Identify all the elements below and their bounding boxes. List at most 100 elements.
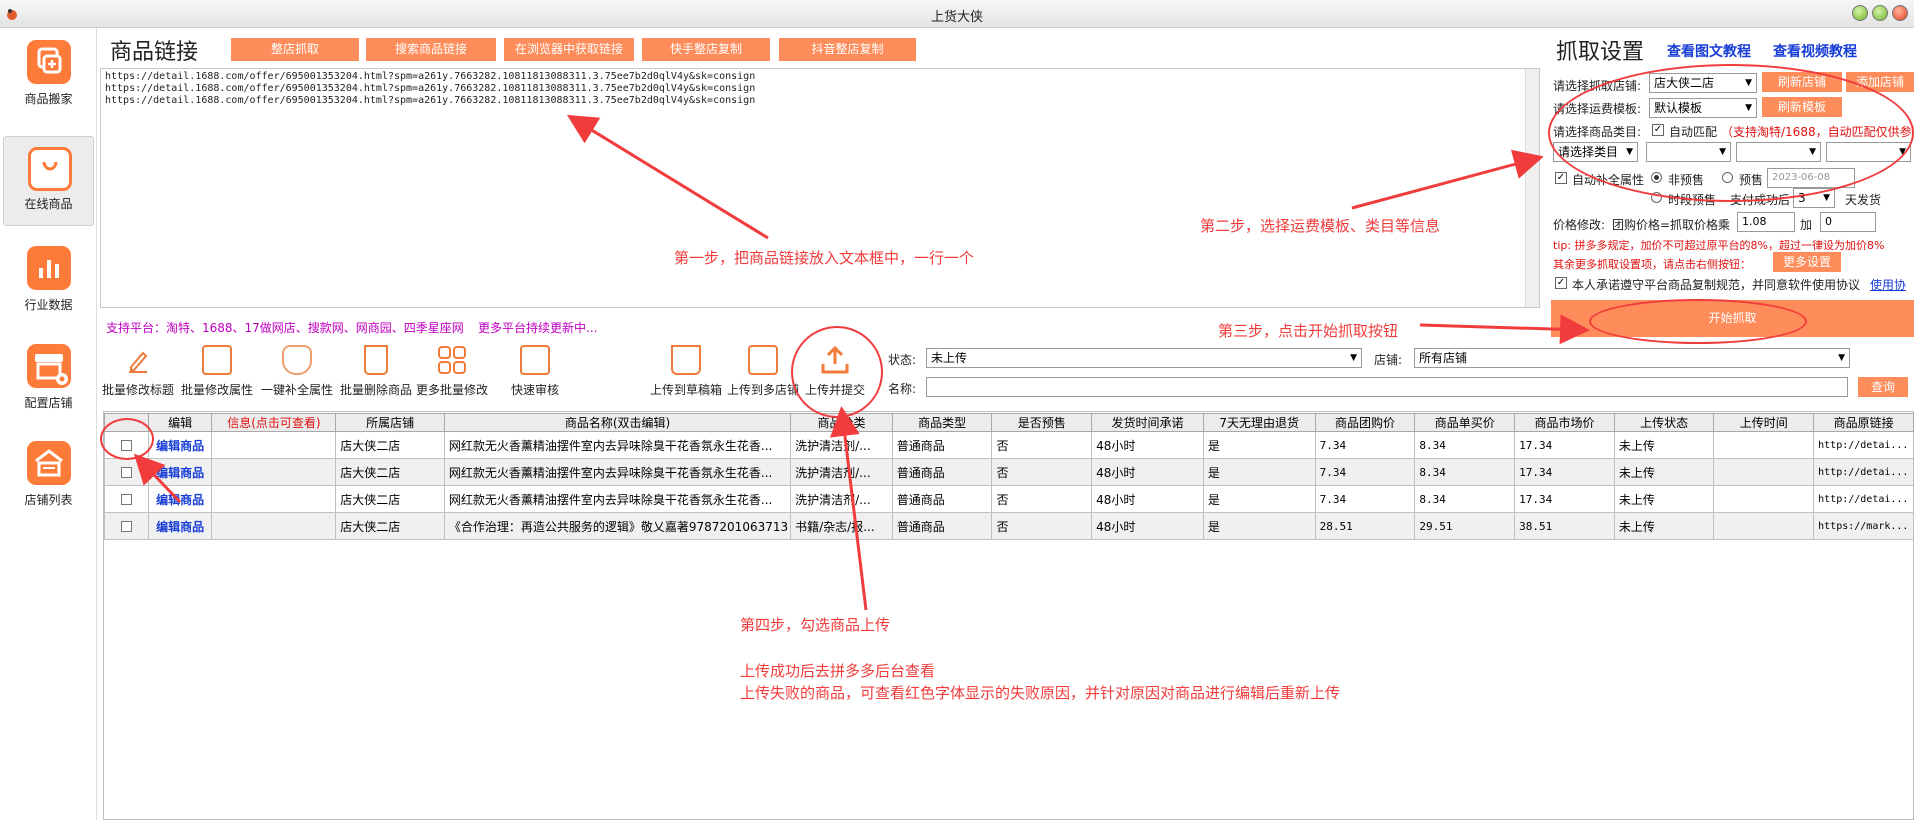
price-plus-input[interactable]: 0 <box>1820 212 1876 232</box>
table-cell: 未上传 <box>1613 512 1715 540</box>
upload-draft-button[interactable]: 上传到草稿箱 <box>648 345 724 398</box>
step1-annotation: 第一步，把商品链接放入文本框中，一行一个 <box>674 249 975 267</box>
col-header: 商品名称(双击编辑) <box>443 413 792 432</box>
product-table: 编辑 信息(点击可查看) 所属店铺 商品名称(双击编辑) 商品分类 商品类型 是… <box>104 413 1914 540</box>
col-header: 商品原链接 <box>1813 413 1914 432</box>
ship-days-suffix: 天发货 <box>1845 193 1882 207</box>
table-cell: 是 <box>1202 512 1316 540</box>
col-header[interactable]: 信息(点击可查看) <box>211 413 337 432</box>
table-cell <box>1713 512 1815 540</box>
table-cell: 48小时 <box>1091 485 1204 513</box>
browser-links-button[interactable]: 在浏览器中获取链接 <box>504 38 634 61</box>
table-row[interactable]: 编辑商品 店大侠二店 《合作治理：再造公共服务的逻辑》敬乂嘉著97872010637… <box>104 512 1914 540</box>
more-settings-button[interactable]: 更多设置 <box>1773 252 1841 272</box>
url-textarea[interactable]: https://detail.1688.com/offer/6950013532… <box>100 68 1540 308</box>
table-cell: 7.34 <box>1314 485 1416 513</box>
auto-fill-attrs-checkbox[interactable]: ✓ <box>1555 172 1567 184</box>
table-cell: 网红款无火香薰精油摆件室内去异味除臭干花香氛永生花香... <box>443 458 792 486</box>
table-row[interactable]: 编辑商品 店大侠二店 网红款无火香薰精油摆件室内去异味除臭干花香氛永生花香... 洗护… <box>104 431 1914 459</box>
table-cell: 48小时 <box>1091 458 1204 486</box>
row-checkbox[interactable] <box>120 467 132 478</box>
status-select[interactable]: 未上传 ▼ <box>926 348 1362 368</box>
agreement-link[interactable]: 使用协 <box>1870 276 1906 293</box>
table-cell: 普通商品 <box>891 431 993 459</box>
table-cell <box>211 458 337 486</box>
batch-edit-title-button[interactable]: 批量修改标题 <box>101 345 175 398</box>
sidebar-item-label: 在线商品 <box>24 197 73 211</box>
sidebar-item-label: 行业数据 <box>24 298 73 312</box>
table-cell: 17.34 <box>1514 485 1615 513</box>
table-cell: 《合作治理：再造公共服务的逻辑》敬乂嘉著9787201063713 <box>443 512 792 540</box>
settings-title: 抓取设置 <box>1556 40 1645 65</box>
name-search-input[interactable] <box>926 377 1848 397</box>
store-list-icon <box>27 441 71 485</box>
table-cell: 7.34 <box>1314 458 1416 486</box>
table-cell: 17.34 <box>1514 431 1615 459</box>
quick-review-button[interactable]: 快速审核 <box>502 345 568 398</box>
edit-product-link[interactable]: 编辑商品 <box>147 512 213 540</box>
kuaishou-copy-button[interactable]: 快手整店复制 <box>642 38 770 61</box>
minimize-button[interactable] <box>1852 5 1868 21</box>
whole-shop-grab-button[interactable]: 整店抓取 <box>231 38 359 61</box>
table-cell: 48小时 <box>1091 431 1204 459</box>
table-cell: 17.34 <box>1514 458 1615 486</box>
douyin-copy-button[interactable]: 抖音整店复制 <box>779 38 916 61</box>
sidebar-item-online-products[interactable]: 在线商品 <box>3 136 94 226</box>
price-plus-label: 加 <box>1800 218 1813 232</box>
col-header: 所属店铺 <box>335 413 445 432</box>
col-header: 商品类型 <box>891 413 993 432</box>
sidebar-item-configure-shop[interactable]: 配置店铺 <box>3 336 94 426</box>
more-batch-edit-button[interactable]: 更多批量修改 <box>412 345 492 398</box>
price-multiplier-input[interactable]: 1.08 <box>1737 212 1795 232</box>
table-cell: 8.34 <box>1414 431 1516 459</box>
table-row[interactable]: 编辑商品 店大侠二店 网红款无火香薰精油摆件室内去异味除臭干花香氛永生花香... 洗护… <box>104 485 1914 513</box>
price-label: 价格修改: <box>1553 218 1606 232</box>
table-cell: 是 <box>1202 485 1316 513</box>
url-list-text: https://detail.1688.com/offer/6950013532… <box>105 71 756 106</box>
row-checkbox[interactable] <box>120 494 132 505</box>
table-cell: 店大侠二店 <box>335 458 445 486</box>
name-label: 名称: <box>888 382 917 396</box>
edit-product-link[interactable]: 编辑商品 <box>147 458 213 486</box>
col-header: 发货时间承诺 <box>1091 413 1204 432</box>
col-header: 编辑 <box>147 413 213 432</box>
edit-product-link[interactable]: 编辑商品 <box>147 485 213 513</box>
batch-delete-button[interactable]: 批量删除商品 <box>336 345 416 398</box>
vertical-scrollbar[interactable] <box>1525 69 1539 307</box>
table-cell: 48小时 <box>1091 512 1204 540</box>
close-button[interactable] <box>1892 5 1908 21</box>
chevron-down-icon: ▼ <box>1838 353 1845 363</box>
search-links-button[interactable]: 搜索商品链接 <box>366 38 496 61</box>
text-tutorial-link[interactable]: 查看图文教程 <box>1667 41 1751 61</box>
video-tutorial-link[interactable]: 查看视频教程 <box>1773 41 1857 61</box>
table-cell: http://detai... <box>1813 458 1914 486</box>
row-checkbox[interactable] <box>120 521 132 532</box>
sidebar-item-industry-data[interactable]: 行业数据 <box>3 238 94 328</box>
agree-checkbox[interactable]: ✓ <box>1555 277 1567 289</box>
col-header: 商品市场价 <box>1514 413 1615 432</box>
col-header: 上传时间 <box>1713 413 1815 432</box>
title-bar: 上货大侠 <box>0 0 1914 28</box>
sidebar-item-label: 配置店铺 <box>24 396 73 410</box>
col-header: 是否预售 <box>991 413 1093 432</box>
table-cell: 店大侠二店 <box>335 431 445 459</box>
step2-annotation: 第二步，选择运费模板、类目等信息 <box>1200 217 1441 235</box>
bucket-icon <box>671 345 701 375</box>
table-cell <box>211 485 337 513</box>
sidebar-item-shop-list[interactable]: 店铺列表 <box>3 433 94 523</box>
price-tip-text: tip: 拼多多规定，加价不可超过原平台的8%，超过一律设为加价8% <box>1553 239 1885 252</box>
table-row[interactable]: 编辑商品 店大侠二店 网红款无火香薰精油摆件室内去异味除臭干花香氛永生花香... 洗护… <box>104 458 1914 486</box>
maximize-button[interactable] <box>1872 5 1888 21</box>
batch-edit-attrs-button[interactable]: 批量修改属性 <box>178 345 256 398</box>
shop-select[interactable]: 所有店铺 ▼ <box>1414 348 1850 368</box>
bar-chart-icon <box>27 246 71 290</box>
trash-icon <box>364 345 388 375</box>
auto-fill-attrs-button[interactable]: 一键补全属性 <box>258 345 336 398</box>
sidebar-item-product-move[interactable]: 商品搬家 <box>3 32 94 122</box>
table-cell <box>104 512 149 540</box>
table-cell: 未上传 <box>1613 458 1715 486</box>
table-cell <box>1713 458 1815 486</box>
chevron-down-icon: ▼ <box>1350 353 1357 363</box>
edit-product-link[interactable]: 编辑商品 <box>147 431 213 459</box>
search-button[interactable]: 查询 <box>1858 377 1908 397</box>
